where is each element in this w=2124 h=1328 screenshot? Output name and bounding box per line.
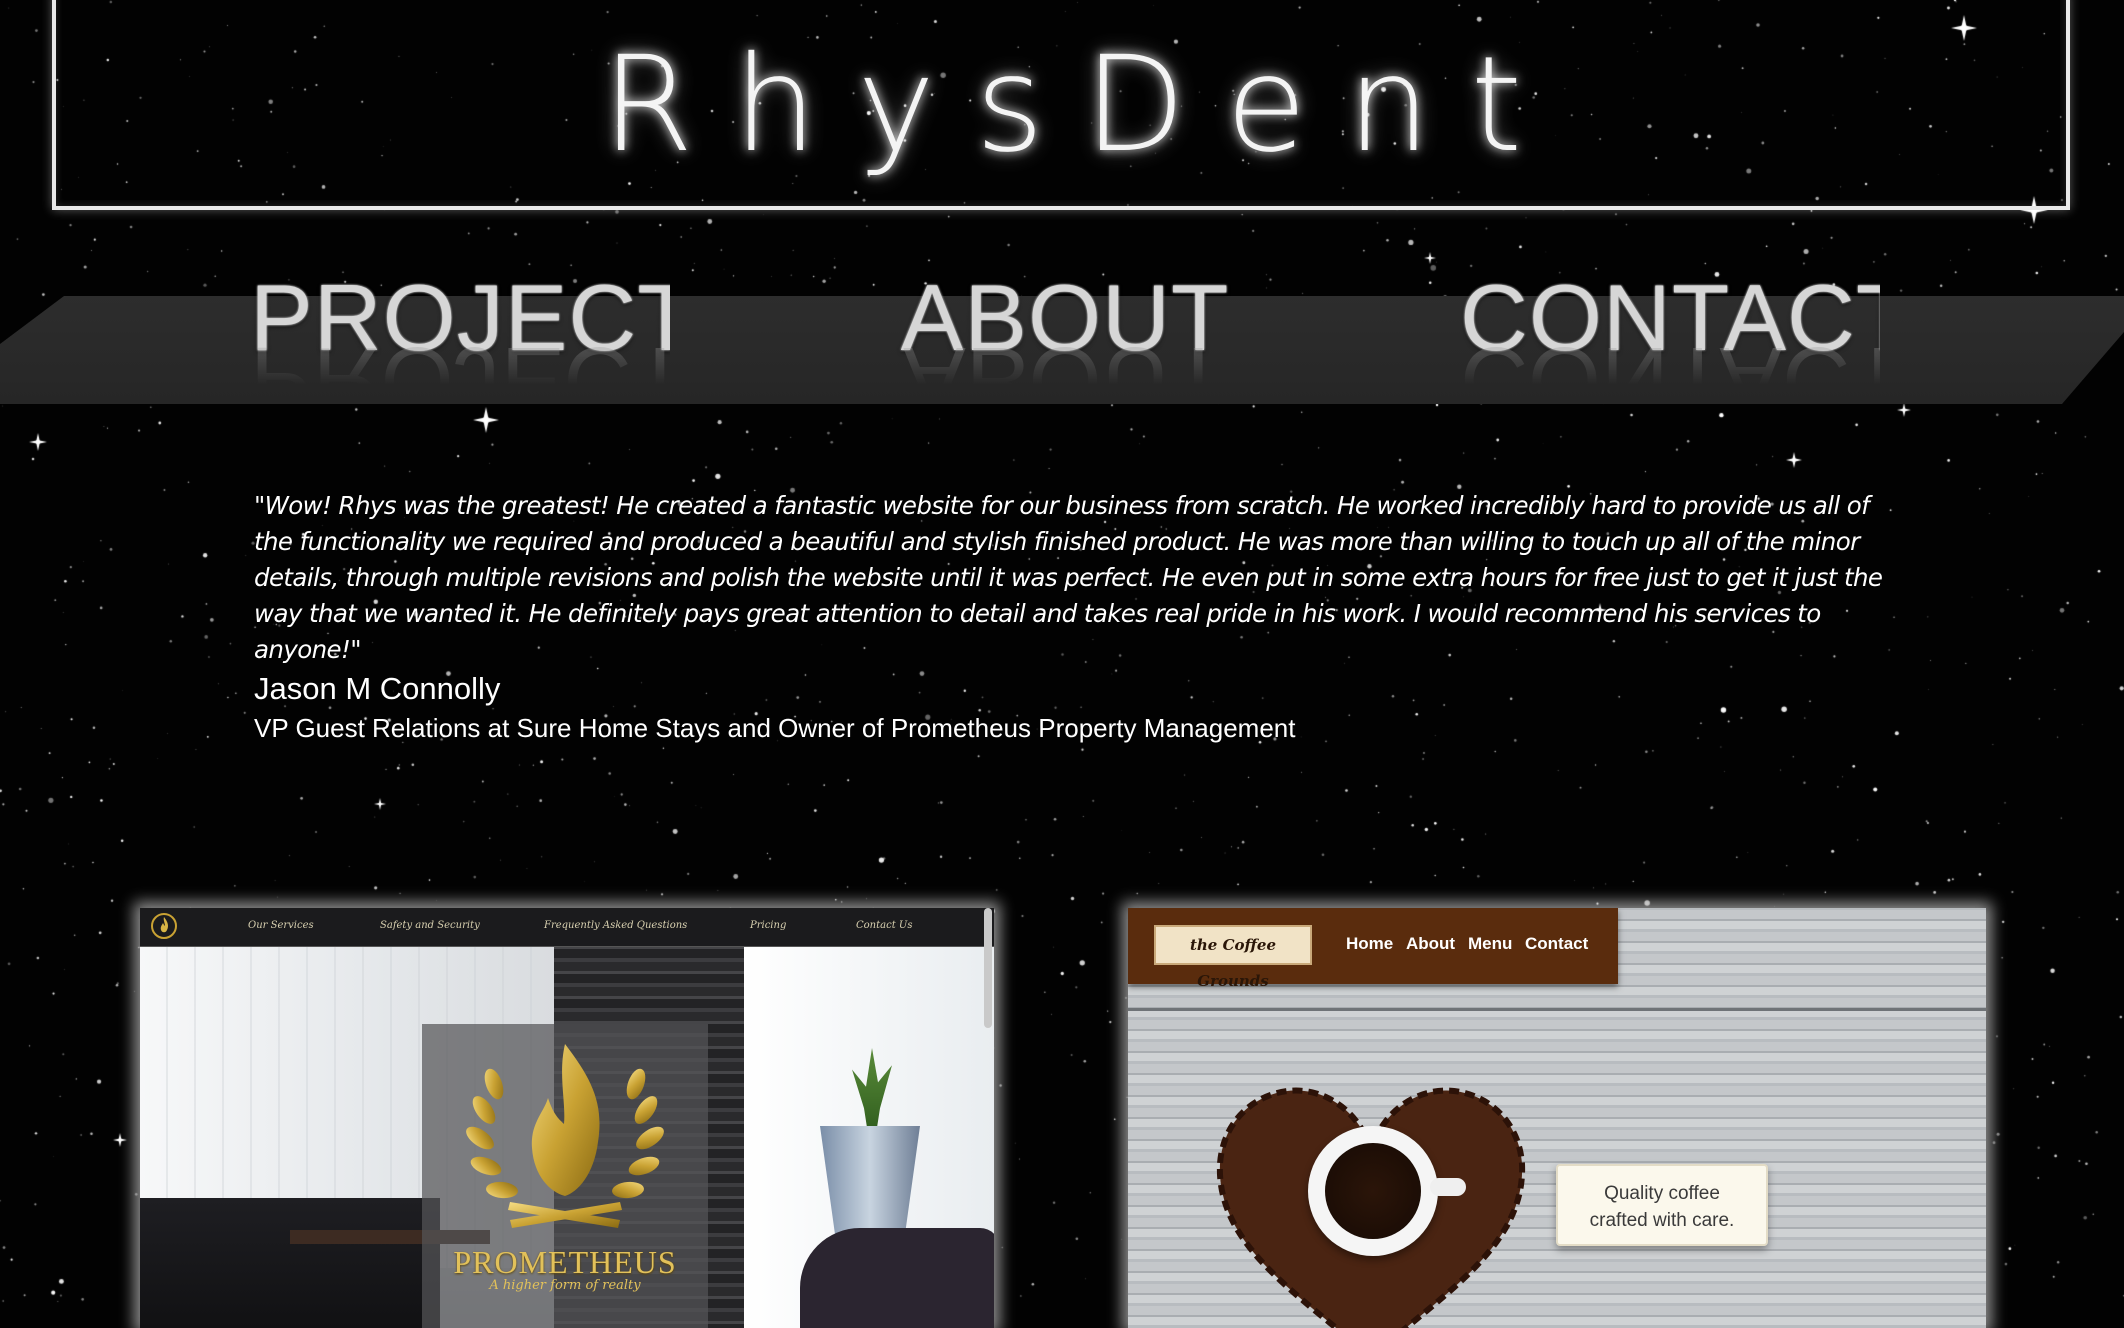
project-card-coffee-grounds[interactable]: the Coffee Grounds Home About Menu Conta… (1128, 908, 1986, 1328)
testimonial-author-title: VP Guest Relations at Sure Home Stays an… (254, 713, 1296, 743)
coffee-tagline-line-2: crafted with care. (1589, 1210, 1735, 1231)
nav-about-link[interactable]: ABOUT ABOUT (880, 268, 1250, 404)
prometheus-nav-pricing[interactable]: Pricing (750, 920, 786, 931)
testimonial-quote: "Wow! Rhys was the greatest! He created … (254, 491, 1883, 664)
armchair-image (800, 1228, 994, 1328)
coffee-nav-bar: the Coffee Grounds Home About Menu Conta… (1128, 908, 1618, 990)
prometheus-nav-services[interactable]: Our Services (248, 920, 314, 931)
nav-projects-link[interactable]: PROJECTS PROJECTS (250, 268, 670, 404)
prometheus-brand-name: PROMETHEUS (453, 1244, 677, 1280)
tv-stand-image (140, 1198, 440, 1328)
prometheus-scrollbar[interactable] (984, 908, 992, 1028)
coffee-nav-home[interactable]: Home (1346, 934, 1393, 954)
wood-plank-seam (1128, 1008, 1986, 1011)
coffee-nav-about[interactable]: About (1406, 934, 1455, 954)
prometheus-nav-safety[interactable]: Safety and Security (380, 920, 480, 931)
nav-contact-link[interactable]: CONTACT CONTACT (1460, 268, 1880, 404)
coffee-nav-menu[interactable]: Menu (1468, 934, 1512, 954)
prometheus-nav-faq[interactable]: Frequently Asked Questions (544, 920, 687, 931)
site-title: RhysDent (601, 28, 1563, 182)
coffee-grounds-logo[interactable]: the Coffee Grounds (1154, 925, 1312, 990)
coffee-image (1325, 1143, 1421, 1239)
cup-handle-image (1430, 1178, 1466, 1196)
flame-laurel-logo-icon (466, 1044, 664, 1228)
coffee-tagline-card: Quality coffee crafted with care. (1556, 1164, 1768, 1246)
prometheus-nav-bar: Our Services Safety and Security Frequen… (140, 908, 994, 947)
prometheus-tagline: A higher form of realty (489, 1278, 641, 1293)
nav-contact-reflection: CONTACT (1460, 328, 1880, 404)
nav-projects-reflection: PROJECTS (250, 328, 670, 404)
coffee-tagline-line-1: Quality coffee (1604, 1183, 1720, 1204)
project-card-prometheus[interactable]: PROMETHEUS A higher form of realty Our S… (140, 908, 994, 1328)
coffee-nav-contact[interactable]: Contact (1525, 934, 1588, 954)
prometheus-flame-icon (151, 913, 177, 939)
nav-about-reflection: ABOUT (903, 328, 1227, 404)
prometheus-nav-contact[interactable]: Contact Us (856, 920, 912, 931)
testimonial-author: Jason M Connolly (254, 671, 501, 706)
